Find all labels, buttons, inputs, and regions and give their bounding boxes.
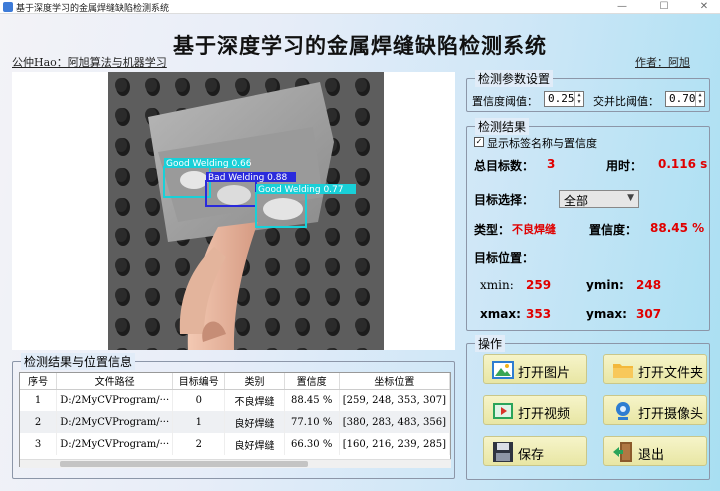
exit-label: 退出 bbox=[638, 448, 665, 463]
table-row[interactable]: 3 D:/2MyCVProgram/··· 2 良好焊缝 66.30 % [16… bbox=[20, 433, 450, 455]
table-cell: 3 bbox=[20, 433, 58, 455]
results-table: 序号 文件路径 目标编号 类别 置信度 坐标位置 1 D:/2MyCVProgr… bbox=[20, 373, 450, 455]
ymax-label: ymax: bbox=[586, 307, 627, 321]
maximize-button[interactable]: ☐ bbox=[650, 0, 678, 14]
open-folder-label: 打开文件夹 bbox=[638, 366, 704, 381]
detection-image: Good Welding 0.66 Bad Welding 0.88 Good … bbox=[108, 72, 384, 350]
results-title: 检测结果 bbox=[475, 118, 530, 135]
xmin-label: xmin: bbox=[480, 278, 514, 292]
table-cell: 2 bbox=[172, 433, 226, 455]
ymin-value: 248 bbox=[636, 278, 662, 292]
time-label: 用时： bbox=[606, 159, 643, 173]
open-image-label: 打开图片 bbox=[518, 366, 571, 381]
open-folder-button[interactable]: 打开文件夹 bbox=[603, 354, 707, 384]
floppy-disk-icon bbox=[493, 442, 513, 462]
table-cell: 0 bbox=[172, 389, 226, 411]
table-header-row: 序号 文件路径 目标编号 类别 置信度 坐标位置 bbox=[20, 373, 450, 390]
conf-threshold-value: 0.25 bbox=[548, 92, 575, 105]
table-cell: D:/2MyCVProgram/··· bbox=[56, 389, 174, 411]
column-header[interactable]: 类别 bbox=[224, 373, 285, 390]
author-label: 作者：阿旭 bbox=[635, 56, 690, 69]
time-value: 0.116 s bbox=[658, 157, 708, 171]
table-title: 检测结果与位置信息 bbox=[21, 353, 136, 370]
table-cell: 良好焊缝 bbox=[224, 411, 285, 433]
table-cell: 77.10 % bbox=[284, 411, 340, 433]
xmax-value: 353 bbox=[526, 307, 552, 321]
video-icon bbox=[493, 403, 513, 419]
detection-label: Good Welding 0.77 bbox=[258, 185, 344, 195]
conf-threshold-spinbox[interactable]: 0.25 ▲ ▼ bbox=[544, 91, 584, 107]
save-button[interactable]: 保存 bbox=[483, 436, 587, 466]
chevron-down-icon: ▼ bbox=[627, 193, 634, 203]
app-icon bbox=[3, 2, 13, 12]
type-label: 类型： bbox=[474, 223, 511, 237]
confidence-value: 88.45 % bbox=[650, 221, 705, 235]
folder-icon bbox=[613, 364, 633, 378]
detection-label: Bad Welding 0.88 bbox=[208, 173, 287, 183]
spin-arrows-icon[interactable]: ▲ ▼ bbox=[574, 92, 583, 106]
table-cell: 88.45 % bbox=[284, 389, 340, 411]
table-cell: 2 bbox=[20, 411, 58, 433]
iou-threshold-spinbox[interactable]: 0.70 ▲ ▼ bbox=[665, 91, 705, 107]
detection-label: Good Welding 0.66 bbox=[166, 159, 252, 169]
exit-button[interactable]: 退出 bbox=[603, 436, 707, 466]
image-display-panel: Good Welding 0.66 Bad Welding 0.88 Good … bbox=[12, 72, 455, 350]
position-label: 目标位置： bbox=[474, 251, 535, 265]
table-cell: [160, 216, 239, 285] bbox=[339, 433, 450, 455]
show-labels-checkbox[interactable]: ✓ bbox=[474, 137, 484, 147]
conf-threshold-label: 置信度阈值： bbox=[472, 95, 538, 108]
weld-photo: Good Welding 0.66 Bad Welding 0.88 Good … bbox=[108, 72, 384, 350]
table-cell: 66.30 % bbox=[284, 433, 340, 455]
save-label: 保存 bbox=[518, 448, 545, 463]
webcam-icon bbox=[616, 402, 630, 420]
table-row[interactable]: 1 D:/2MyCVProgram/··· 0 不良焊缝 88.45 % [25… bbox=[20, 389, 450, 411]
column-header[interactable]: 目标编号 bbox=[172, 373, 226, 390]
minimize-button[interactable]: — bbox=[608, 0, 636, 14]
total-targets-value: 3 bbox=[547, 157, 556, 171]
iou-threshold-value: 0.70 bbox=[669, 92, 696, 105]
target-select-value: 全部 bbox=[564, 194, 589, 208]
params-title: 检测参数设置 bbox=[475, 70, 554, 87]
open-video-button[interactable]: 打开视频 bbox=[483, 395, 587, 425]
open-image-button[interactable]: 打开图片 bbox=[483, 354, 587, 384]
image-icon bbox=[492, 361, 514, 379]
table-cell: 不良焊缝 bbox=[224, 389, 285, 411]
type-value: 不良焊缝 bbox=[512, 223, 556, 236]
table-cell: D:/2MyCVProgram/··· bbox=[56, 433, 174, 455]
subtitle-left: 公仲Hao：阿旭算法与机器学习 bbox=[12, 56, 167, 69]
window-titlebar: 基于深度学习的金属焊缝缺陷检测系统 — ☐ ✕ bbox=[0, 0, 720, 14]
spin-arrows-icon[interactable]: ▲ ▼ bbox=[695, 92, 704, 106]
ymin-label: ymin: bbox=[586, 278, 624, 292]
open-camera-button[interactable]: 打开摄像头 bbox=[603, 395, 707, 425]
close-button[interactable]: ✕ bbox=[690, 0, 718, 14]
window-title: 基于深度学习的金属焊缝缺陷检测系统 bbox=[16, 4, 170, 14]
table-cell: [380, 283, 483, 356] bbox=[339, 411, 450, 433]
table-cell: 1 bbox=[20, 389, 58, 411]
total-targets-label: 总目标数： bbox=[474, 159, 535, 173]
open-video-label: 打开视频 bbox=[518, 407, 571, 422]
column-header[interactable]: 文件路径 bbox=[56, 373, 174, 390]
table-cell: [259, 248, 353, 307] bbox=[339, 389, 450, 411]
target-select[interactable]: 全部 ▼ bbox=[559, 190, 639, 208]
column-header[interactable]: 置信度 bbox=[284, 373, 340, 390]
table-row[interactable]: 2 D:/2MyCVProgram/··· 1 良好焊缝 77.10 % [38… bbox=[20, 411, 450, 433]
table-horizontal-scrollbar[interactable] bbox=[20, 459, 451, 468]
iou-threshold-label: 交并比阈值： bbox=[593, 95, 659, 108]
xmax-label: xmax: bbox=[480, 307, 521, 321]
table-cell: 1 bbox=[172, 411, 226, 433]
xmin-value: 259 bbox=[526, 278, 552, 292]
table-cell: D:/2MyCVProgram/··· bbox=[56, 411, 174, 433]
confidence-label: 置信度： bbox=[589, 223, 638, 237]
open-camera-label: 打开摄像头 bbox=[638, 407, 704, 422]
show-labels-label: 显示标签名称与置信度 bbox=[487, 137, 597, 150]
scrollbar-thumb[interactable] bbox=[60, 461, 308, 467]
target-select-label: 目标选择： bbox=[474, 193, 535, 207]
table-cell: 良好焊缝 bbox=[224, 433, 285, 455]
column-header[interactable]: 序号 bbox=[20, 373, 58, 390]
results-table-container[interactable]: 序号 文件路径 目标编号 类别 置信度 坐标位置 1 D:/2MyCVProgr… bbox=[19, 372, 451, 467]
exit-door-icon bbox=[613, 442, 632, 462]
ymax-value: 307 bbox=[636, 307, 662, 321]
operations-title: 操作 bbox=[475, 335, 506, 352]
column-header[interactable]: 坐标位置 bbox=[339, 373, 450, 390]
